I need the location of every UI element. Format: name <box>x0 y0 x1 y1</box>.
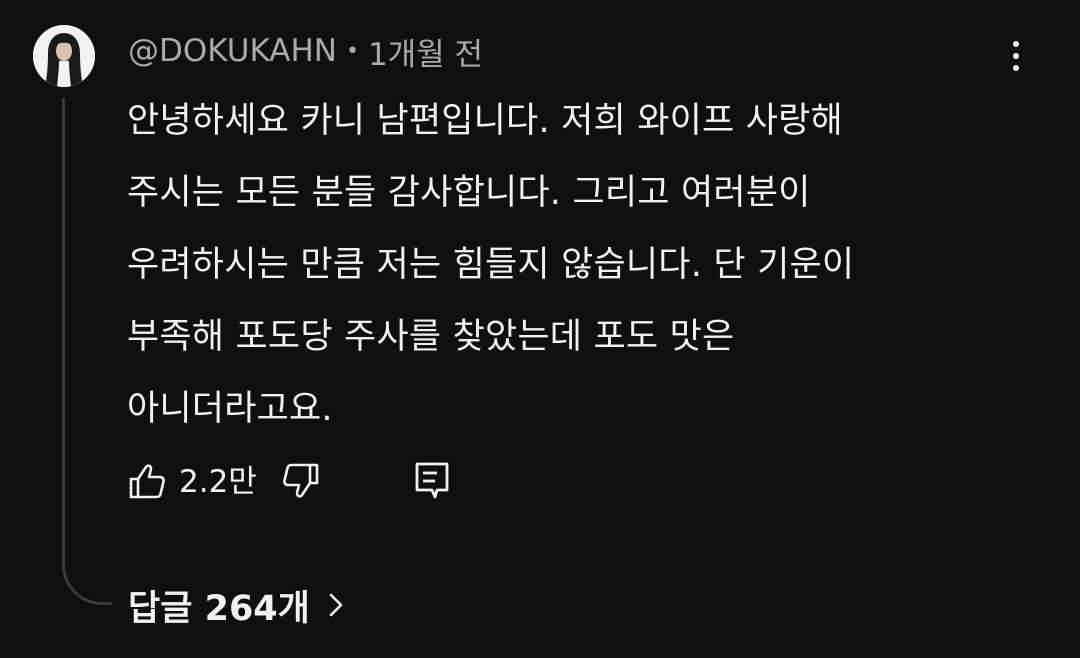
more-dot <box>1013 41 1019 47</box>
comment-line: 안녕하세요 카니 남편입니다. 저희 와이프 사랑해 <box>127 101 843 141</box>
thread-line <box>62 98 112 605</box>
author-handle[interactable]: @DOKUKAHN <box>128 33 337 69</box>
comment-line: 아니더라고요. <box>127 389 333 429</box>
comment-time: 1개월 전 <box>367 36 484 73</box>
reply-button[interactable] <box>413 458 451 504</box>
more-dot <box>1013 65 1019 71</box>
like-button[interactable] <box>128 458 166 504</box>
thumb-up-icon <box>129 464 165 499</box>
comment-meta: @DOKUKAHN • 1개월 전 <box>128 30 484 73</box>
dislike-button[interactable] <box>282 458 320 504</box>
thumb-down-icon <box>283 463 319 498</box>
meta-separator: • <box>345 38 359 64</box>
more-vert-icon[interactable] <box>996 35 1036 77</box>
view-replies-button[interactable]: 답글 264개 <box>128 582 344 629</box>
comment-text: 안녕하세요 카니 남편입니다. 저희 와이프 사랑해 주시는 모든 분들 감사합… <box>127 85 977 445</box>
comment-reply-icon <box>415 462 449 499</box>
like-count: 2.2만 <box>179 464 257 500</box>
comment-line: 우려하시는 만큼 저는 힘들지 않습니다. 단 기운이 <box>127 245 855 285</box>
more-dot <box>1013 53 1019 59</box>
replies-label: 답글 264개 <box>128 588 310 629</box>
avatar-image <box>33 25 95 87</box>
comment-line: 주시는 모든 분들 감사합니다. 그리고 여러분이 <box>127 173 811 213</box>
avatar[interactable] <box>33 25 95 87</box>
comment-line: 부족해 포도당 주사를 찾았는데 포도 맛은 <box>127 317 735 357</box>
chevron-right-icon <box>328 592 344 618</box>
